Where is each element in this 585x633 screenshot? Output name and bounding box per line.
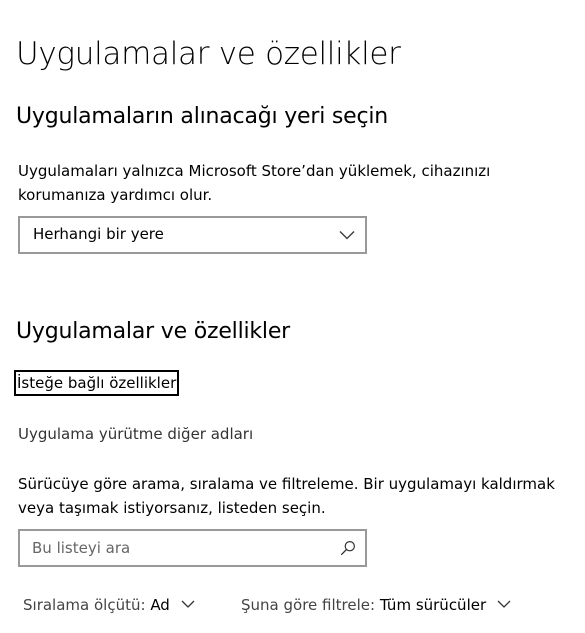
- apps-features-heading: Uygulamalar ve özellikler: [16, 319, 291, 344]
- search-icon: [340, 540, 356, 556]
- chevron-down-icon: [339, 231, 355, 240]
- sort-by-label: Sıralama ölçütü:: [23, 596, 146, 614]
- chevron-down-icon: [497, 600, 511, 608]
- install-source-heading: Uygulamaların alınacağı yeri seçin: [16, 104, 389, 129]
- chevron-down-icon: [181, 600, 195, 608]
- page-title: Uygulamalar ve özellikler: [16, 36, 401, 72]
- install-source-dropdown-value: Herhangi bir yere: [33, 225, 164, 243]
- sort-by-control[interactable]: Sıralama ölçütü: Ad: [23, 596, 195, 614]
- filter-by-label: Şuna göre filtrele:: [241, 596, 376, 614]
- optional-features-link[interactable]: İsteğe bağlı özellikler: [14, 370, 180, 396]
- search-input[interactable]: [32, 531, 322, 565]
- install-source-description: Uygulamaları yalnızca Microsoft Store’da…: [18, 159, 578, 207]
- filter-by-value: Tüm sürücüler: [379, 596, 487, 614]
- install-source-dropdown[interactable]: Herhangi bir yere: [18, 216, 367, 254]
- filter-by-control[interactable]: Şuna göre filtrele: Tüm sürücüler: [241, 596, 511, 614]
- apps-description: Sürücüye göre arama, sıralama ve filtrel…: [18, 472, 578, 520]
- apps-description-line-1: Sürücüye göre arama, sıralama ve filtrel…: [18, 475, 555, 493]
- app-execution-aliases-link[interactable]: Uygulama yürütme diğer adları: [18, 425, 253, 443]
- install-source-description-line-2: korumanıza yardımcı olur.: [18, 186, 213, 204]
- sort-by-value: Ad: [150, 596, 170, 614]
- install-source-description-line-1: Uygulamaları yalnızca Microsoft Store’da…: [18, 162, 491, 180]
- search-box: [18, 529, 367, 567]
- apps-description-line-2: veya taşımak istiyorsanız, listeden seçi…: [18, 499, 326, 517]
